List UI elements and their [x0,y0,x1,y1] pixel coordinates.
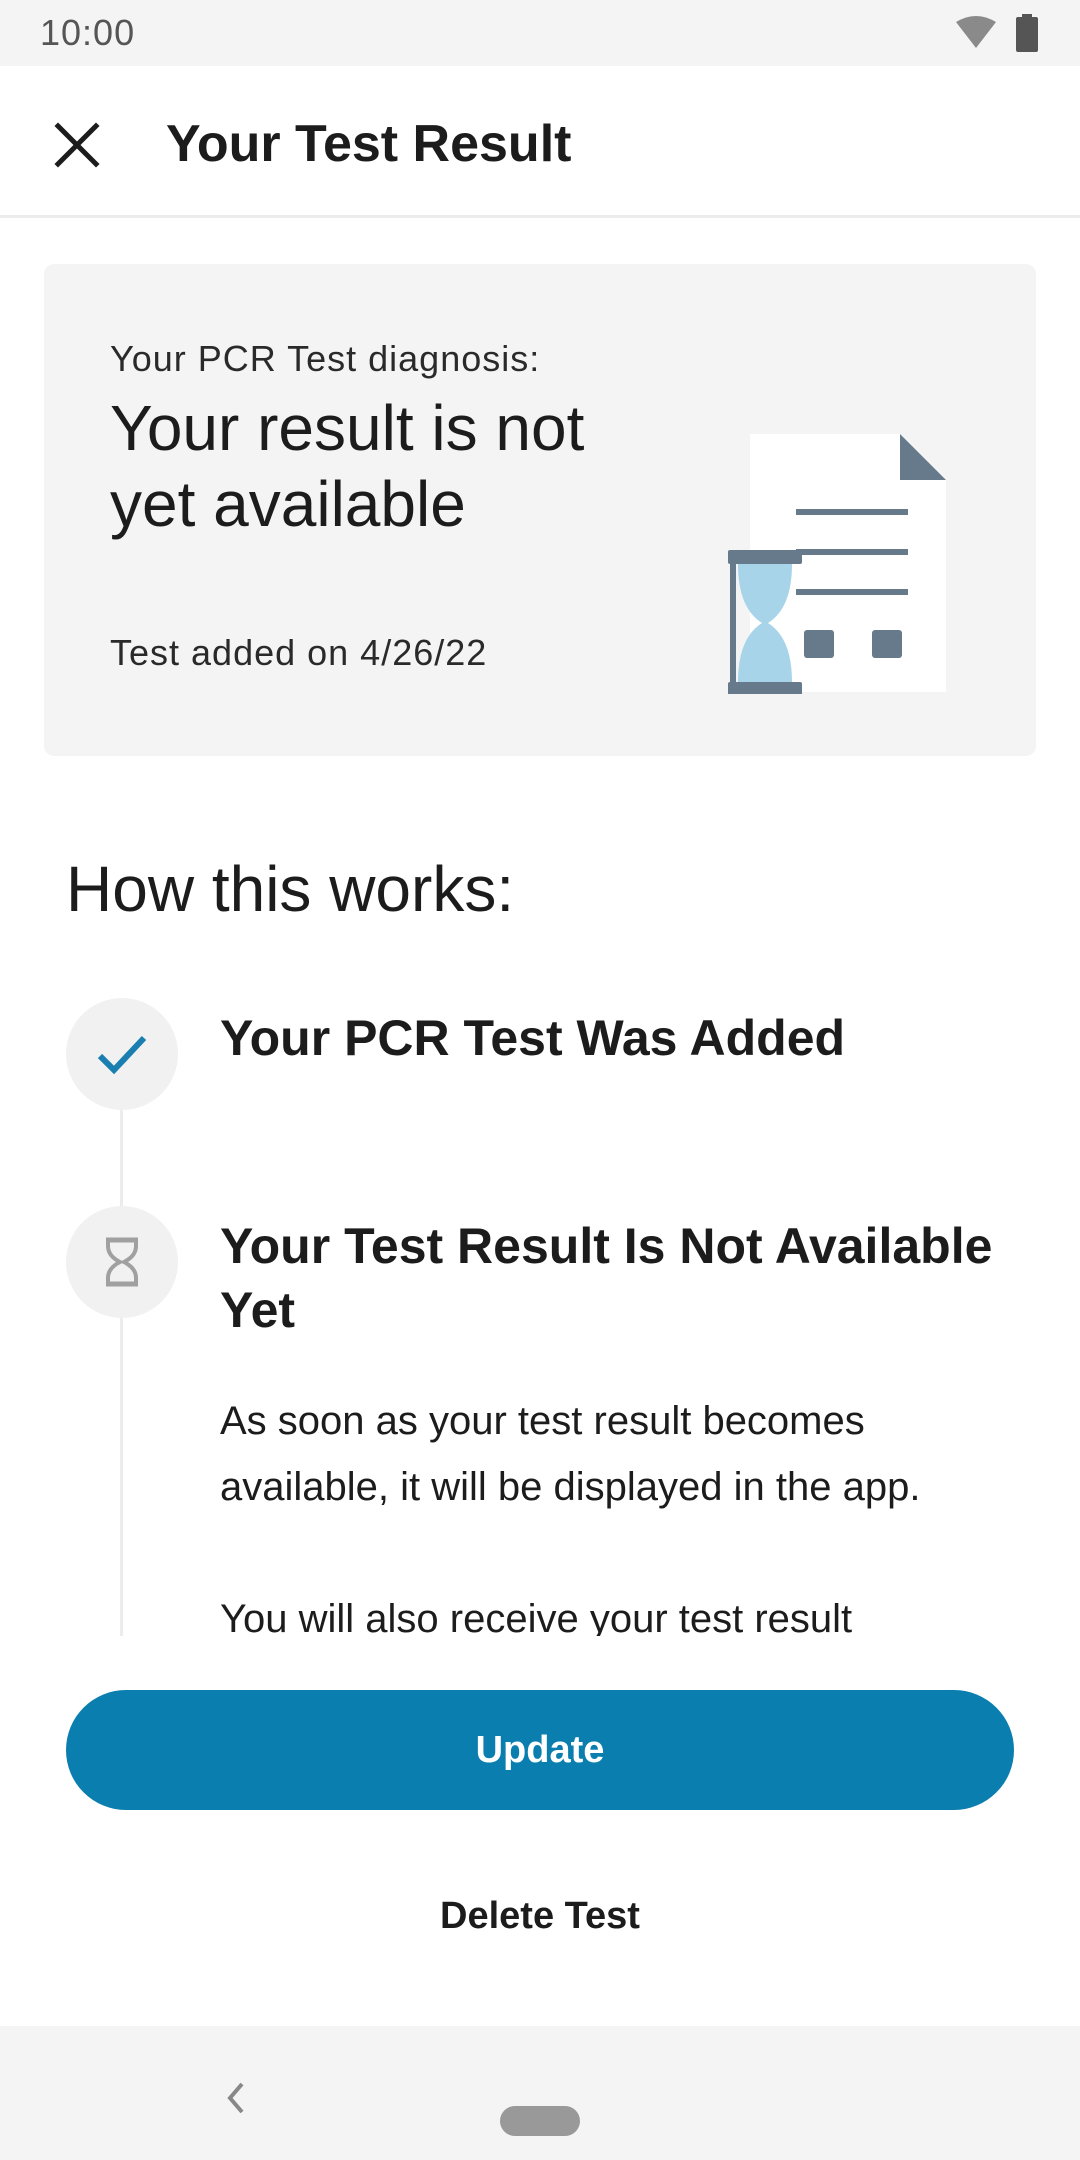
app-bar: Your Test Result [0,66,1080,218]
result-heading: Your result is not yet available [110,392,585,540]
test-added-date: Test added on 4/26/22 [110,632,488,673]
wifi-icon [954,16,998,55]
step-title: Your Test Result Is Not Available Yet [220,1218,993,1338]
step-complete-indicator [66,998,178,1110]
status-bar: 10:00 [0,0,1080,66]
home-pill-icon[interactable] [500,2106,580,2136]
step-description-paragraph: As soon as your test result becomes avai… [220,1399,921,1509]
hourglass-icon [106,1237,138,1287]
system-nav-bar [0,2026,1080,2160]
update-button[interactable]: Update [66,1690,1014,1810]
battery-icon [1016,14,1038,57]
checkmark-icon [97,1035,147,1075]
step-description-paragraph: You will also receive your test result [220,1597,853,1636]
delete-test-button[interactable]: Delete Test [340,1886,740,1946]
close-icon [54,122,100,168]
back-chevron-icon[interactable] [222,2078,250,2123]
how-it-works-title: How this works: [66,853,515,925]
steps-scroll-area[interactable]: Your PCR Test Was Added Your Test Result… [0,960,1080,1636]
diagnosis-label: Your PCR Test diagnosis: [110,338,541,379]
result-card: Your PCR Test diagnosis: Your result is … [44,264,1036,756]
close-button[interactable] [50,118,104,172]
timeline-line [120,1108,123,1636]
step-description: As soon as your test result becomes avai… [220,1388,1020,1636]
step-title: Your PCR Test Was Added [220,1010,846,1066]
status-time: 10:00 [40,12,136,53]
document-hourglass-illustration [680,424,950,699]
page-title: Your Test Result [166,115,572,173]
step-pending-indicator [66,1206,178,1318]
